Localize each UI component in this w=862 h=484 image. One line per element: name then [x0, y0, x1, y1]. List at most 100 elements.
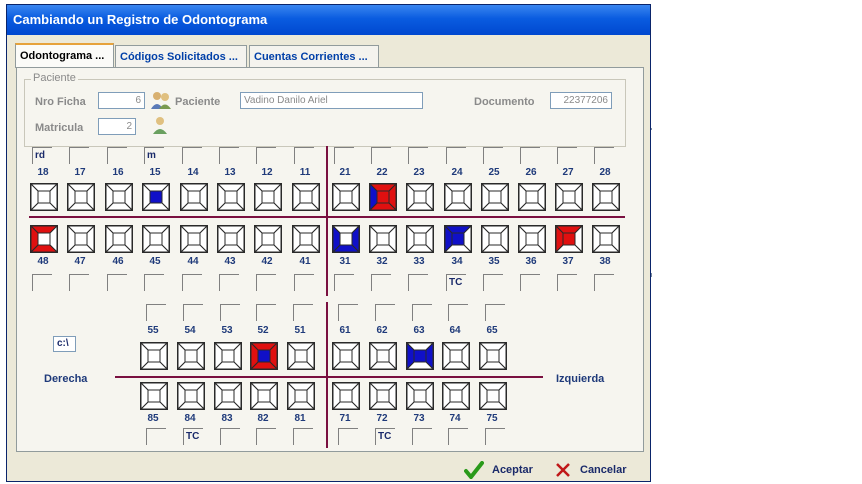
code-box-23[interactable] — [408, 147, 428, 164]
tooth-13-center-surface[interactable] — [224, 190, 238, 204]
code-box-26[interactable] — [520, 147, 540, 164]
code-box-32[interactable] — [371, 274, 391, 291]
tooth-33-center-surface[interactable] — [413, 232, 427, 246]
code-box-14[interactable] — [182, 147, 202, 164]
tooth-32[interactable] — [369, 225, 397, 253]
tooth-74-center-surface[interactable] — [449, 389, 463, 403]
code-box-38[interactable] — [594, 274, 614, 291]
tooth-32-center-surface[interactable] — [376, 232, 390, 246]
tooth-27[interactable] — [555, 183, 583, 211]
tooth-65-center-surface[interactable] — [486, 349, 500, 363]
tooth-25[interactable] — [481, 183, 509, 211]
tooth-45-center-surface[interactable] — [149, 232, 163, 246]
tooth-85-center-surface[interactable] — [147, 389, 161, 403]
code-box-16[interactable] — [107, 147, 127, 164]
tooth-26-center-surface[interactable] — [525, 190, 539, 204]
tooth-22[interactable] — [369, 183, 397, 211]
tooth-53-center-surface[interactable] — [221, 349, 235, 363]
tooth-55-center-surface[interactable] — [147, 349, 161, 363]
tooth-24[interactable] — [444, 183, 472, 211]
tooth-75-center-surface[interactable] — [486, 389, 500, 403]
tooth-53[interactable] — [214, 342, 242, 370]
tooth-15-center-surface[interactable] — [149, 190, 163, 204]
tooth-48[interactable] — [30, 225, 58, 253]
tooth-23[interactable] — [406, 183, 434, 211]
tooth-84[interactable] — [177, 382, 205, 410]
tooth-31-center-surface[interactable] — [339, 232, 353, 246]
drive-box[interactable]: c:\ — [53, 336, 76, 352]
tooth-52-center-surface[interactable] — [257, 349, 271, 363]
tooth-83-center-surface[interactable] — [221, 389, 235, 403]
code-box-75[interactable] — [485, 428, 505, 445]
code-box-35[interactable] — [483, 274, 503, 291]
code-box-54[interactable] — [183, 304, 203, 321]
tooth-75[interactable] — [479, 382, 507, 410]
tooth-64[interactable] — [442, 342, 470, 370]
tooth-38-center-surface[interactable] — [599, 232, 613, 246]
tooth-34-center-surface[interactable] — [451, 232, 465, 246]
tooth-45[interactable] — [142, 225, 170, 253]
tooth-54[interactable] — [177, 342, 205, 370]
tooth-25-center-surface[interactable] — [488, 190, 502, 204]
code-box-61[interactable] — [338, 304, 358, 321]
code-box-13[interactable] — [219, 147, 239, 164]
tooth-83[interactable] — [214, 382, 242, 410]
code-box-15[interactable]: m — [144, 147, 164, 164]
code-box-62[interactable] — [375, 304, 395, 321]
code-box-64[interactable] — [448, 304, 468, 321]
tooth-72[interactable] — [369, 382, 397, 410]
tooth-81[interactable] — [287, 382, 315, 410]
tooth-61[interactable] — [332, 342, 360, 370]
code-box-53[interactable] — [220, 304, 240, 321]
code-box-45[interactable] — [144, 274, 164, 291]
tooth-64-center-surface[interactable] — [449, 349, 463, 363]
tooth-71[interactable] — [332, 382, 360, 410]
tab-odontograma[interactable]: Odontograma ... — [15, 43, 114, 68]
nro-ficha-field[interactable]: 6 — [98, 92, 145, 109]
code-box-31[interactable] — [334, 274, 354, 291]
code-box-12[interactable] — [256, 147, 276, 164]
code-box-63[interactable] — [412, 304, 432, 321]
code-box-46[interactable] — [107, 274, 127, 291]
tooth-14[interactable] — [180, 183, 208, 211]
tooth-31[interactable] — [332, 225, 360, 253]
tooth-81-center-surface[interactable] — [294, 389, 308, 403]
tooth-16[interactable] — [105, 183, 133, 211]
code-box-42[interactable] — [256, 274, 276, 291]
tooth-37-center-surface[interactable] — [562, 232, 576, 246]
tooth-54-center-surface[interactable] — [184, 349, 198, 363]
code-box-24[interactable] — [446, 147, 466, 164]
code-box-47[interactable] — [69, 274, 89, 291]
code-box-36[interactable] — [520, 274, 540, 291]
tooth-85[interactable] — [140, 382, 168, 410]
tooth-46[interactable] — [105, 225, 133, 253]
cancelar-button[interactable]: Cancelar — [554, 461, 626, 479]
tooth-44[interactable] — [180, 225, 208, 253]
code-box-28[interactable] — [594, 147, 614, 164]
tooth-36[interactable] — [518, 225, 546, 253]
tooth-65[interactable] — [479, 342, 507, 370]
paciente-nombre-field[interactable]: Vadino Danilo Ariel — [240, 92, 423, 109]
tooth-42-center-surface[interactable] — [261, 232, 275, 246]
aceptar-button[interactable]: Aceptar — [464, 461, 533, 479]
tooth-18-center-surface[interactable] — [37, 190, 51, 204]
code-box-51[interactable] — [293, 304, 313, 321]
tooth-71-center-surface[interactable] — [339, 389, 353, 403]
tooth-74[interactable] — [442, 382, 470, 410]
patients-search-icon[interactable] — [150, 90, 172, 110]
tooth-11-center-surface[interactable] — [299, 190, 313, 204]
dentist-search-icon[interactable] — [149, 115, 171, 135]
code-box-41[interactable] — [294, 274, 314, 291]
tooth-35[interactable] — [481, 225, 509, 253]
code-box-83[interactable] — [220, 428, 240, 445]
code-box-18[interactable]: rd — [32, 147, 52, 164]
tooth-43-center-surface[interactable] — [224, 232, 238, 246]
tooth-62-center-surface[interactable] — [376, 349, 390, 363]
code-box-43[interactable] — [219, 274, 239, 291]
tooth-14-center-surface[interactable] — [187, 190, 201, 204]
tooth-22-center-surface[interactable] — [376, 190, 390, 204]
documento-field[interactable]: 22377206 — [550, 92, 612, 109]
tooth-82[interactable] — [250, 382, 278, 410]
code-box-33[interactable] — [408, 274, 428, 291]
tooth-17-center-surface[interactable] — [74, 190, 88, 204]
